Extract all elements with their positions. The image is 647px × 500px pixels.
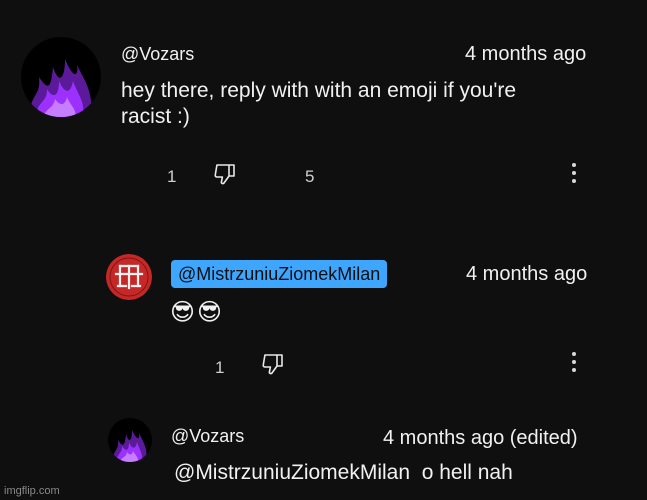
reply1-more-button[interactable] bbox=[569, 352, 579, 372]
reply1-text: 😎😎 bbox=[170, 299, 225, 326]
reply2-avatar[interactable] bbox=[108, 418, 152, 462]
more-vert-icon-dot bbox=[572, 163, 576, 167]
comment-author[interactable]: @Vozars bbox=[121, 44, 194, 65]
comment-dislike-button[interactable] bbox=[212, 163, 238, 189]
reply1-dislike-button[interactable] bbox=[260, 353, 286, 379]
reply1-like-count: 1 bbox=[215, 358, 225, 377]
reply2-text: @MistrzuniuZiomekMilan o hell nah bbox=[174, 461, 513, 484]
more-vert-icon-dot bbox=[572, 352, 576, 356]
imgflip-watermark: imgflip.com bbox=[4, 485, 60, 497]
reply1-author[interactable]: @MistrzuniuZiomekMilan bbox=[171, 260, 388, 288]
more-vert-icon-dot bbox=[572, 179, 576, 183]
comment-text: hey there, reply with with an emoji if y… bbox=[121, 78, 621, 130]
comment-text-line1: hey there, reply with with an emoji if y… bbox=[121, 79, 517, 102]
more-vert-icon-dot bbox=[572, 368, 576, 372]
reply2-author[interactable]: @Vozars bbox=[171, 426, 244, 447]
reply1-avatar[interactable] bbox=[106, 254, 152, 300]
more-vert-icon-dot bbox=[572, 171, 576, 175]
reply2-timestamp[interactable]: 4 months ago (edited) bbox=[383, 427, 578, 450]
more-vert-icon-dot bbox=[572, 360, 576, 364]
thumb-down-icon bbox=[261, 353, 285, 380]
comment-more-button[interactable] bbox=[569, 163, 579, 183]
comment-like-count: 1 bbox=[167, 167, 177, 186]
reply1-timestamp[interactable]: 4 months ago bbox=[466, 263, 587, 286]
comment-reply-count[interactable]: 5 bbox=[305, 167, 314, 187]
thumb-down-icon bbox=[213, 163, 237, 190]
comment-text-line2: racist :) bbox=[121, 105, 190, 128]
comment-timestamp[interactable]: 4 months ago bbox=[465, 43, 586, 66]
commenter-avatar[interactable] bbox=[21, 37, 101, 117]
